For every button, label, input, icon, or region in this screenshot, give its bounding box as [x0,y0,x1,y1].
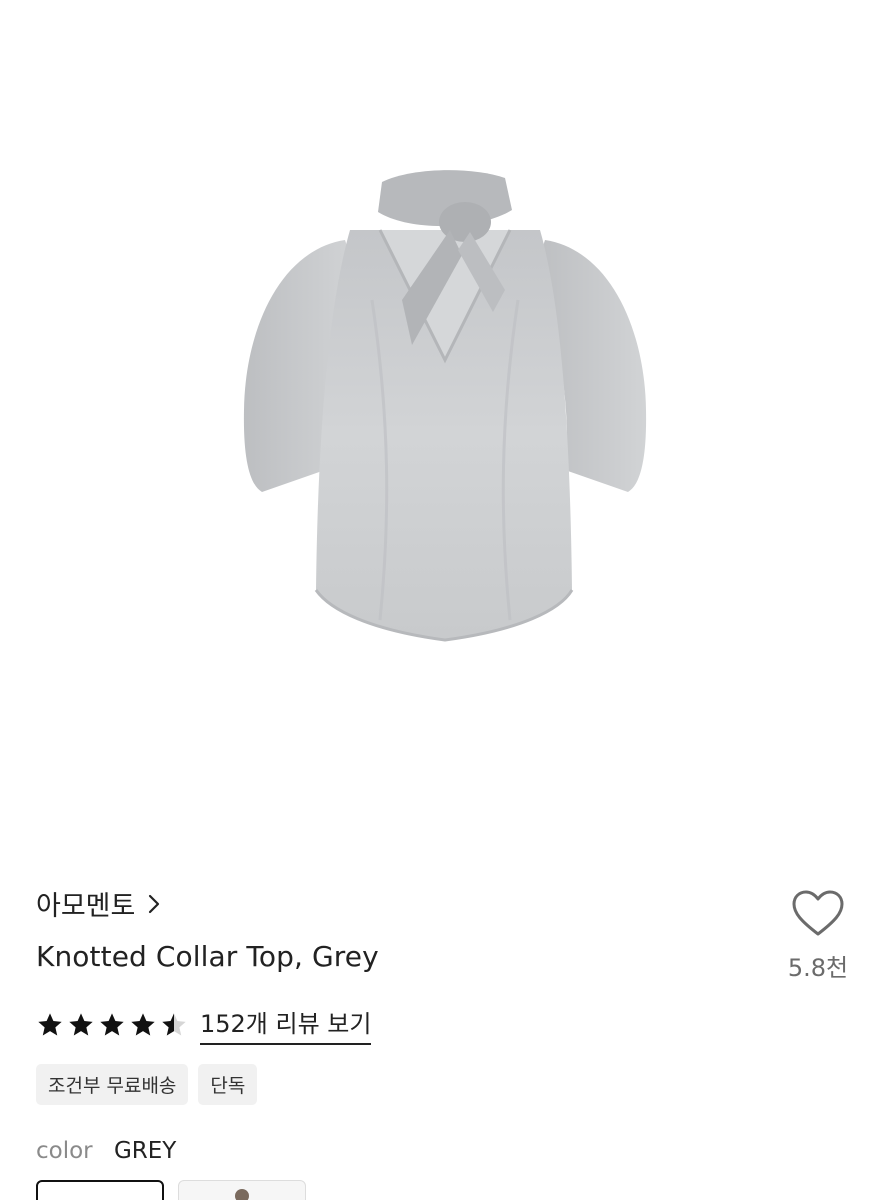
star-icon [131,1012,155,1035]
product-title: Knotted Collar Top, Grey [36,940,379,973]
brand-link[interactable]: 아모멘토 [36,884,163,923]
wishlist-count: 5.8천 [787,954,849,982]
product-photo-grey-top [243,170,647,642]
product-image[interactable] [0,0,889,850]
review-link[interactable]: 152개 리뷰 보기 [200,1004,372,1045]
star-icon [100,1012,124,1035]
chevron-right-icon [149,894,160,913]
wishlist-button[interactable]: 5.8천 [780,890,856,983]
rating-row: 152개 리뷰 보기 [36,1004,372,1045]
tag-exclusive: 단독 [198,1064,258,1105]
tag-list: 조건부 무료배송 단독 [36,1064,258,1105]
star-icon [38,1012,62,1035]
color-row: color GREY [36,1138,176,1164]
color-swatch-selected[interactable] [36,1180,164,1200]
star-rating [36,1011,188,1039]
brand-name: 아모멘토 [36,891,136,922]
heart-outline-icon [792,890,844,936]
color-swatch[interactable] [178,1180,306,1200]
star-half-icon [162,1012,186,1035]
tag-free-shipping: 조건부 무료배송 [36,1064,189,1105]
star-icon [69,1012,93,1035]
color-value: GREY [113,1138,177,1164]
color-label: color [36,1138,93,1164]
swatch-thumbnail [235,1189,249,1200]
